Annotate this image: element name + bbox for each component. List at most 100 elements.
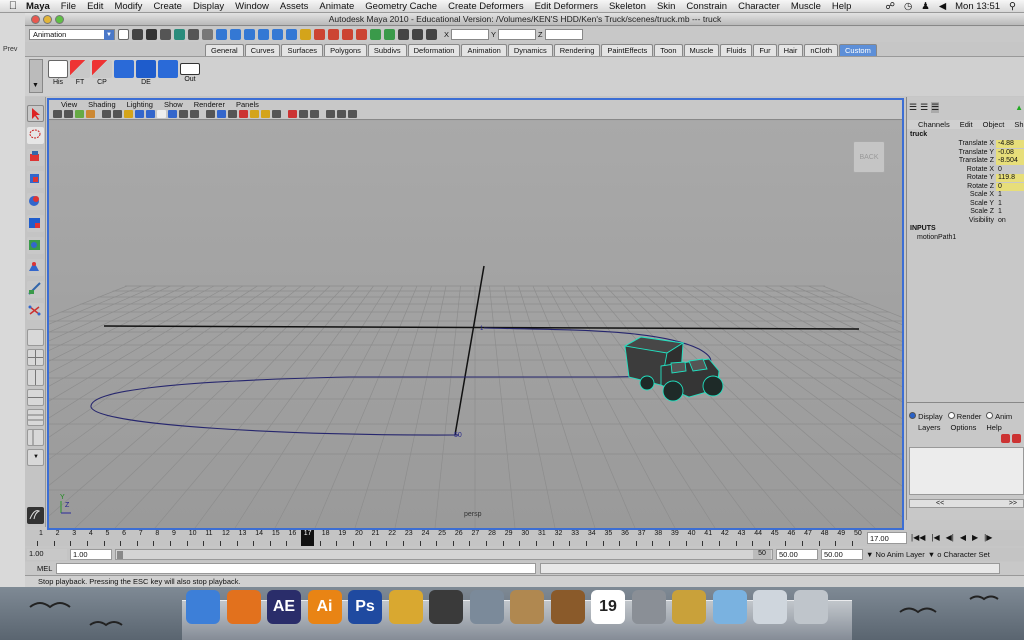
shelf-menu-button[interactable]: ▼	[29, 59, 43, 93]
zoom-button[interactable]	[55, 15, 64, 24]
channel-options-icon[interactable]: ▲	[1015, 103, 1023, 112]
panel-tool-icon[interactable]	[86, 110, 95, 118]
panel-tool-icon[interactable]	[179, 110, 188, 118]
channelbox-menu-sh[interactable]: Sh	[1014, 120, 1023, 129]
panel-tool-icon[interactable]	[135, 110, 144, 118]
menu-create-deformers[interactable]: Create Deformers	[448, 1, 524, 12]
panel-tool-icon[interactable]	[206, 110, 215, 118]
radio-render[interactable]: Render	[947, 412, 981, 421]
panel-tool-icon[interactable]	[168, 110, 177, 118]
lasso-tool-icon[interactable]	[27, 127, 44, 144]
shelf-button-out[interactable]: Out	[179, 60, 201, 83]
channel-value[interactable]: 0	[996, 166, 1024, 174]
panel-tool-icon[interactable]	[326, 110, 335, 118]
shelf-button-blue-2[interactable]	[157, 60, 179, 79]
spotlight-icon[interactable]: ⚲	[1009, 1, 1016, 12]
panel-menu-lighting[interactable]: Lighting	[127, 100, 153, 109]
shelf-button-his[interactable]: His	[47, 60, 69, 86]
menu-file[interactable]: File	[61, 1, 76, 12]
channel-value[interactable]: on	[996, 217, 1024, 225]
channel-value[interactable]: 1	[996, 200, 1024, 208]
layout-four-icon[interactable]	[27, 349, 44, 366]
panel-menu-shading[interactable]: Shading	[88, 100, 116, 109]
range-handle-right[interactable]: 50	[753, 550, 771, 559]
dock-firefox-icon[interactable]	[226, 590, 261, 624]
range-handle-left[interactable]	[117, 551, 123, 559]
channel-value[interactable]: -4.88	[996, 140, 1024, 148]
anim-layer-dropdown[interactable]: ▼ No Anim Layer	[866, 550, 925, 559]
shelf-button-de[interactable]: DE	[135, 60, 157, 86]
ipr-render-icon[interactable]	[328, 29, 339, 40]
mel-label[interactable]: MEL	[37, 564, 52, 573]
shelf-tab-fur[interactable]: Fur	[753, 44, 777, 56]
playback-start-field[interactable]: 1.00	[70, 549, 112, 560]
channel-row[interactable]: Scale Z1	[907, 208, 1024, 217]
current-time-field[interactable]: 17.00	[867, 532, 907, 544]
shelf-button-cp[interactable]: CP	[91, 60, 113, 86]
shelf-tab-painteffects[interactable]: PaintEffects	[601, 44, 654, 56]
dock-documents-icon[interactable]	[753, 590, 787, 624]
panel-tool-icon[interactable]	[64, 110, 73, 118]
step-back-key-icon[interactable]: |◀	[931, 533, 939, 542]
shelf-tab-muscle[interactable]: Muscle	[683, 44, 720, 56]
universal-manipulator-icon[interactable]	[27, 237, 44, 254]
new-layer-icon[interactable]	[1001, 434, 1010, 443]
render-settings-icon[interactable]	[342, 29, 353, 40]
play-forward-icon[interactable]: ▶	[972, 533, 978, 542]
layout-persp-graph-icon[interactable]	[27, 389, 44, 406]
show-channel-box-icon[interactable]	[426, 29, 437, 40]
select-tool-icon[interactable]	[27, 105, 44, 122]
shelf-button-ft[interactable]: FT	[69, 60, 91, 86]
channelbox-menu-edit[interactable]: Edit	[960, 120, 973, 129]
scroll-left-button[interactable]: <<	[936, 500, 944, 507]
paint-select-icon[interactable]	[27, 149, 44, 166]
y-field[interactable]	[498, 29, 537, 40]
layer-editor-toggle-icon[interactable]: ☰	[931, 102, 940, 113]
live-surface-icon[interactable]	[272, 29, 283, 40]
layout-two-icon[interactable]	[27, 369, 44, 386]
mask-icon[interactable]	[202, 29, 213, 40]
dock-trash-icon[interactable]	[793, 590, 828, 624]
dock-garageband-icon[interactable]	[550, 590, 585, 624]
scroll-right-button[interactable]: >>	[1009, 500, 1017, 507]
input-ops-icon[interactable]	[370, 29, 381, 40]
layout-outliner-icon[interactable]	[27, 429, 44, 446]
step-back-frame-icon[interactable]: ◀|	[946, 533, 954, 542]
show-attr-editor-icon[interactable]	[398, 29, 409, 40]
channelbox-menu-object[interactable]: Object	[983, 120, 1005, 129]
clock[interactable]: Mon 13:51	[955, 1, 1000, 12]
menu-set-dropdown[interactable]: Animation ▼	[29, 29, 115, 40]
output-ops-icon[interactable]	[384, 29, 395, 40]
channel-row[interactable]: Rotate Z0	[907, 182, 1024, 192]
dock-system-preferences-icon[interactable]	[631, 590, 666, 624]
history-icon[interactable]	[286, 29, 297, 40]
move-tool-icon[interactable]	[27, 171, 44, 188]
construction-history-icon[interactable]	[300, 29, 311, 40]
sync-icon[interactable]: ☍	[885, 1, 895, 12]
app-menu[interactable]: Maya	[26, 1, 50, 12]
panel-tool-icon[interactable]	[272, 110, 281, 118]
menu-muscle[interactable]: Muscle	[791, 1, 821, 12]
range-bar[interactable]: 50	[115, 549, 773, 560]
shelf-tab-hair[interactable]: Hair	[777, 44, 804, 56]
minimize-button[interactable]	[43, 15, 52, 24]
panel-tool-icon[interactable]	[348, 110, 357, 118]
shelf-tab-dynamics[interactable]: Dynamics	[507, 44, 553, 56]
layout-hypershade-icon[interactable]	[27, 409, 44, 426]
layer-scrollbar[interactable]: << >>	[909, 499, 1024, 508]
channel-row[interactable]: Translate Z -8.504	[907, 157, 1024, 166]
character-set-dropdown[interactable]: ▼ o Character Set	[928, 550, 990, 559]
layout-single-icon[interactable]	[27, 329, 44, 346]
layer-menu-help[interactable]: Help	[986, 423, 1001, 432]
shelf-tab-ncloth[interactable]: nCloth	[804, 44, 839, 56]
menu-animate[interactable]: Animate	[319, 1, 354, 12]
dock-maya-icon[interactable]	[429, 590, 463, 624]
dock-downloads-folder-icon[interactable]	[712, 590, 747, 624]
anim-end-field[interactable]: 50.00	[821, 549, 863, 560]
menu-skeleton[interactable]: Skeleton	[609, 1, 646, 12]
time-machine-icon[interactable]: ◷	[904, 1, 912, 12]
menu-modify[interactable]: Modify	[114, 1, 142, 12]
channel-value[interactable]: -8.504	[996, 157, 1024, 165]
shelf-tab-animation[interactable]: Animation	[461, 44, 507, 56]
channel-row[interactable]: Scale X1	[907, 191, 1024, 200]
